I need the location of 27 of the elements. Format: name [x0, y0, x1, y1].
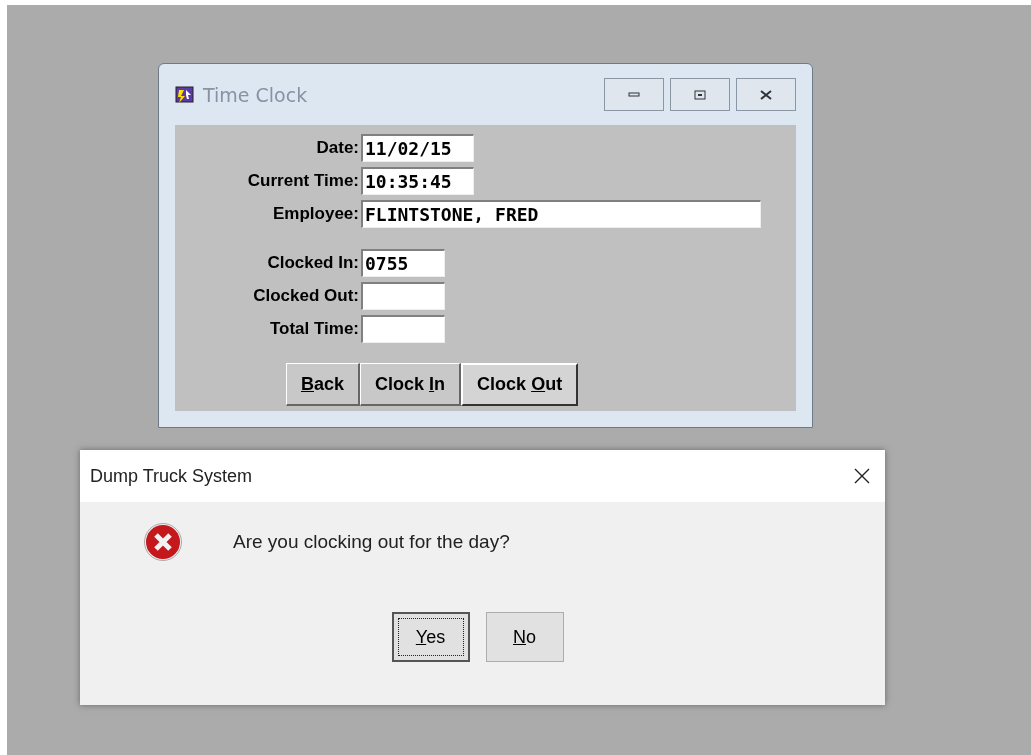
maximize-button[interactable] — [670, 78, 730, 111]
input-field[interactable] — [361, 281, 445, 310]
minimize-button[interactable] — [604, 78, 664, 111]
field-label: Date: — [315, 137, 360, 158]
input-field[interactable]: FLINTSTONE, FRED — [361, 199, 761, 228]
close-icon — [760, 89, 772, 100]
dialog-button[interactable]: No — [485, 612, 564, 662]
dialog-message: Are you clocking out for the day? — [233, 531, 510, 553]
form-button[interactable]: Clock Out — [461, 363, 579, 406]
input-field[interactable]: 0755 — [361, 248, 445, 277]
minimize-icon — [628, 91, 640, 98]
field-label: Total Time: — [268, 318, 360, 339]
maximize-icon — [694, 89, 706, 100]
app-icon — [175, 84, 195, 105]
field-label: Clocked In: — [266, 252, 360, 273]
dialog-title: Dump Truck System — [90, 465, 253, 487]
field-label: Current Time: — [246, 170, 360, 191]
dialog-button[interactable]: Yes — [391, 612, 470, 662]
field-label: Clocked Out: — [252, 285, 360, 306]
input-field[interactable] — [361, 314, 445, 343]
window-title: Time Clock — [203, 83, 308, 106]
field-label: Employee: — [272, 203, 360, 224]
error-icon — [143, 522, 183, 562]
form-button[interactable]: Clock In — [360, 363, 462, 406]
input-field[interactable]: 10:35:45 — [361, 166, 474, 195]
form-button[interactable]: Back — [286, 363, 361, 406]
input-field[interactable]: 11/02/15 — [361, 133, 474, 162]
